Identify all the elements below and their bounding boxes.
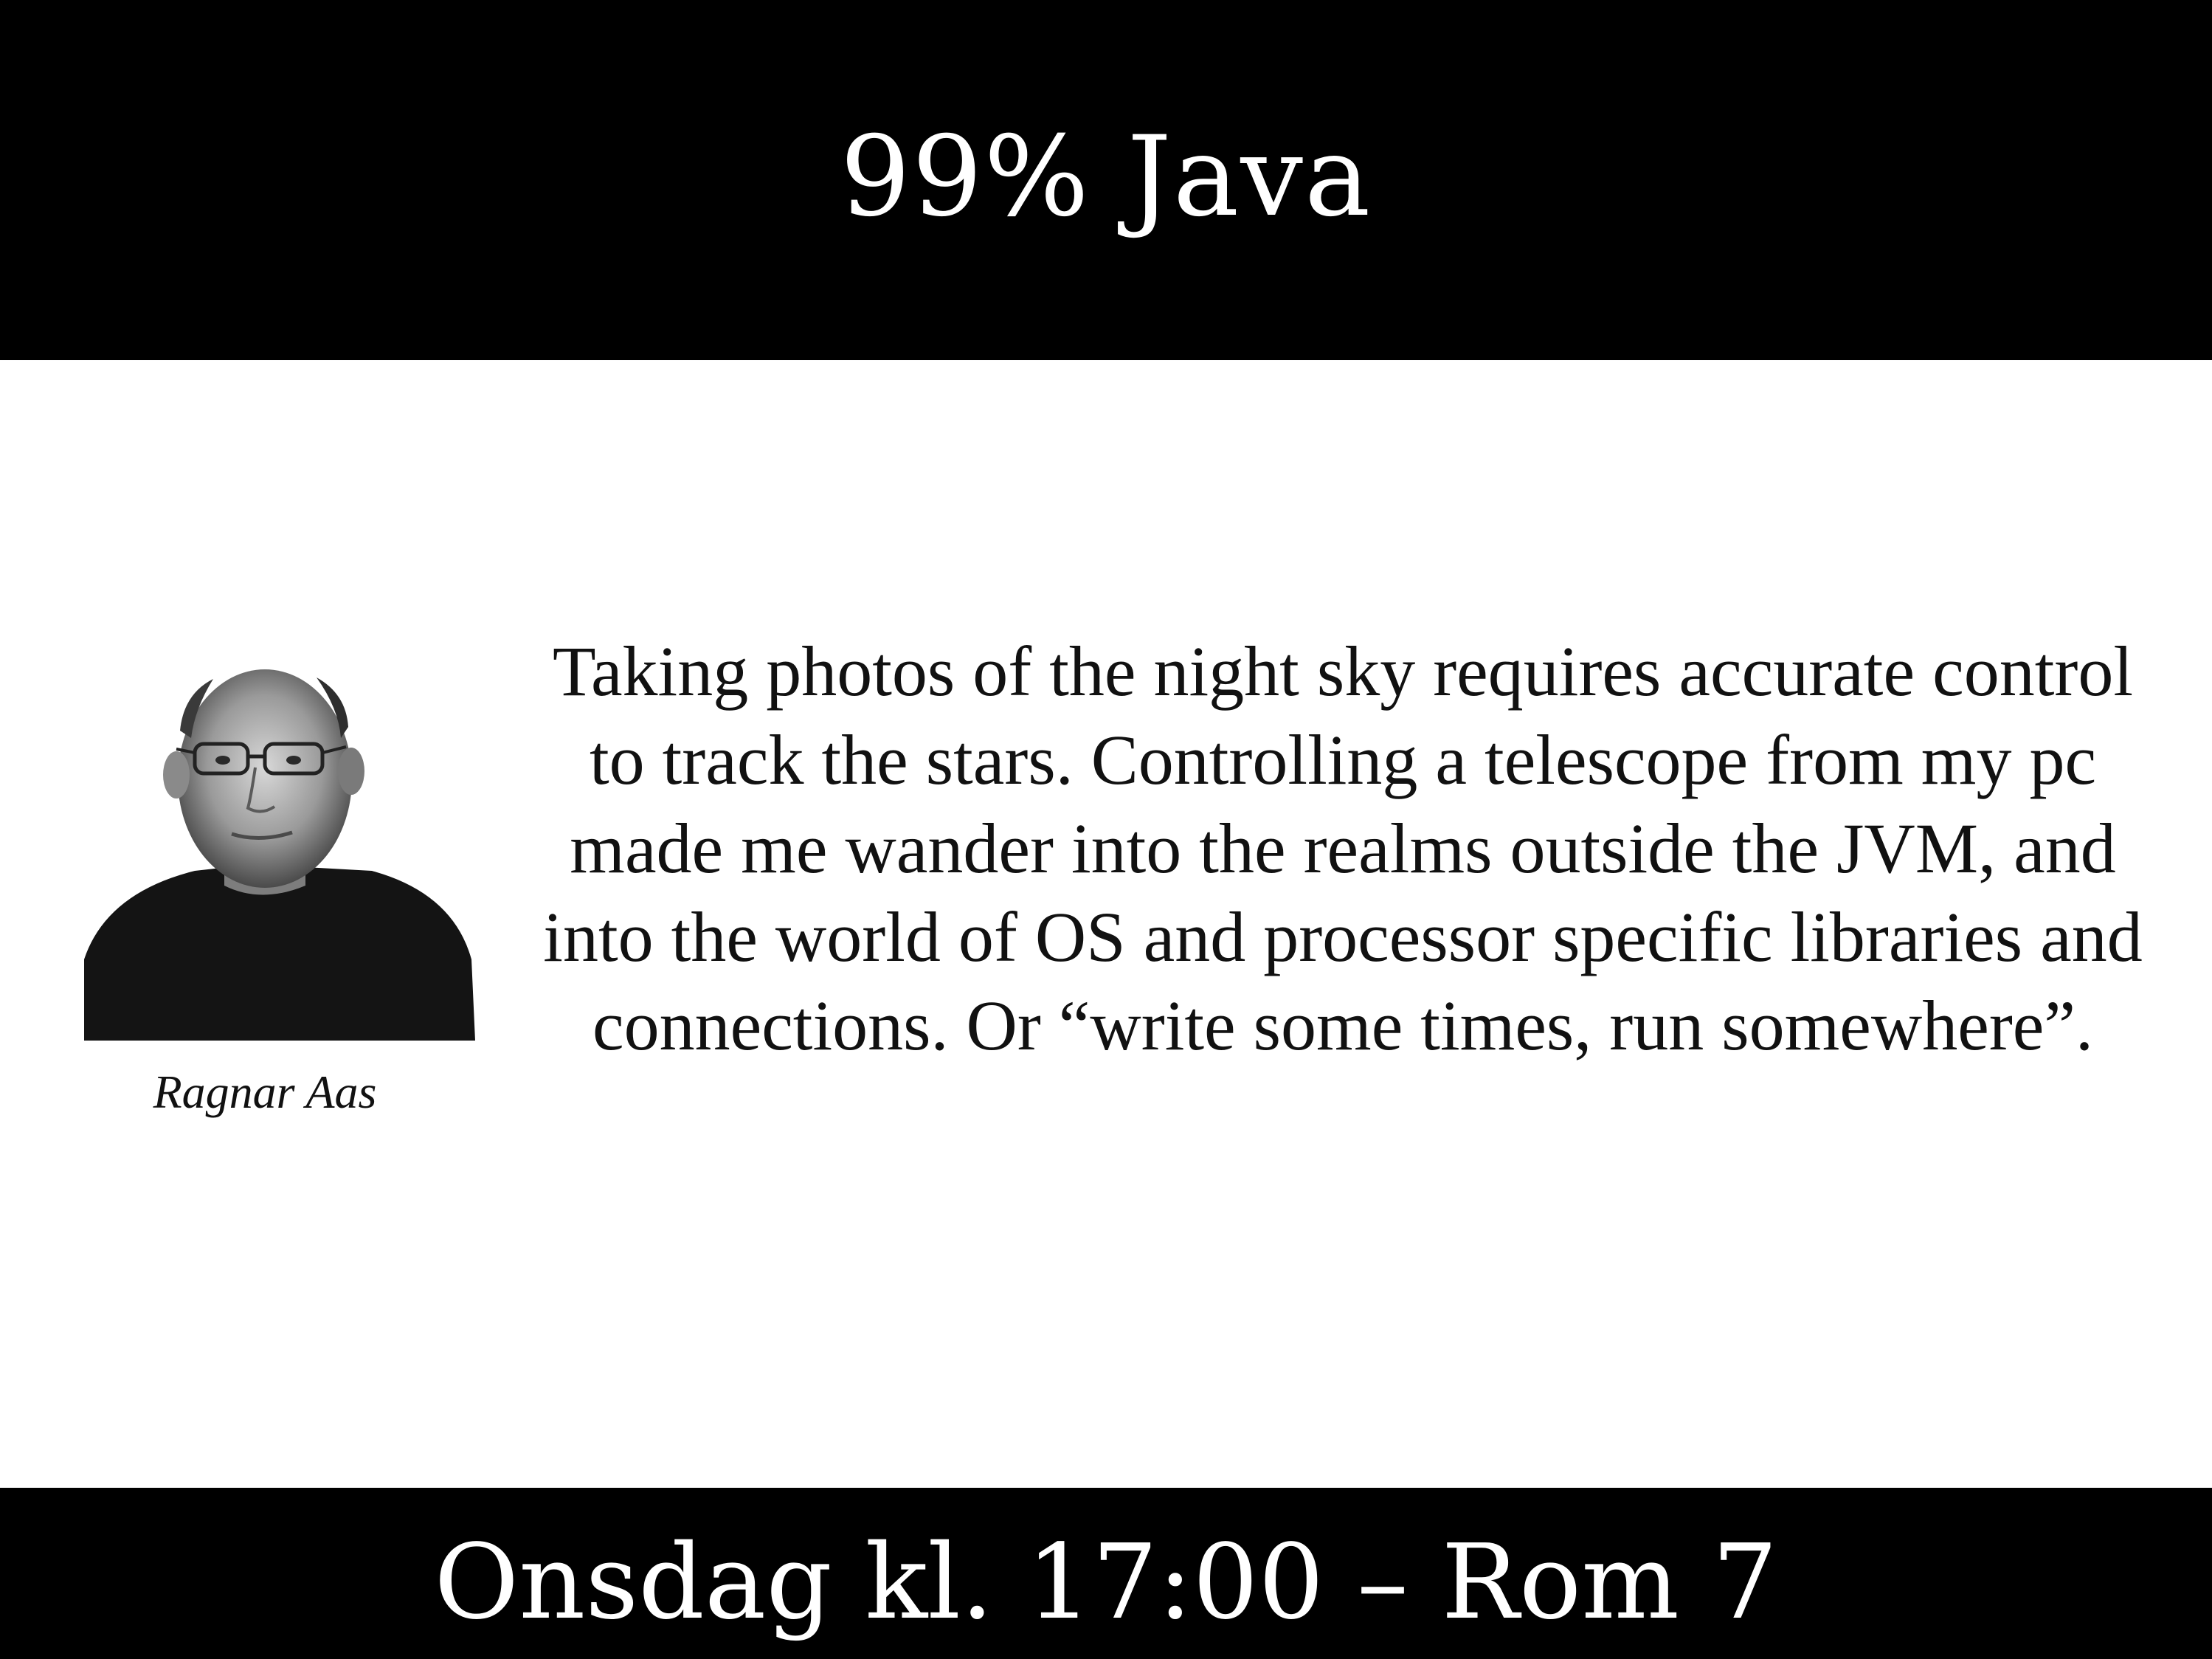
page-title: 99% Java [840, 113, 1372, 241]
slide: 99% Java Ragnar Aas Taking photos of the… [0, 0, 2212, 1659]
talk-abstract: Taking photos of the night sky requires … [543, 632, 2143, 1065]
speaker-name: Ragnar Aas [153, 1066, 377, 1118]
schedule-text: Onsdag kl. 17:00 – Rom 7 [434, 1522, 1778, 1643]
speaker-photo [84, 649, 475, 1041]
